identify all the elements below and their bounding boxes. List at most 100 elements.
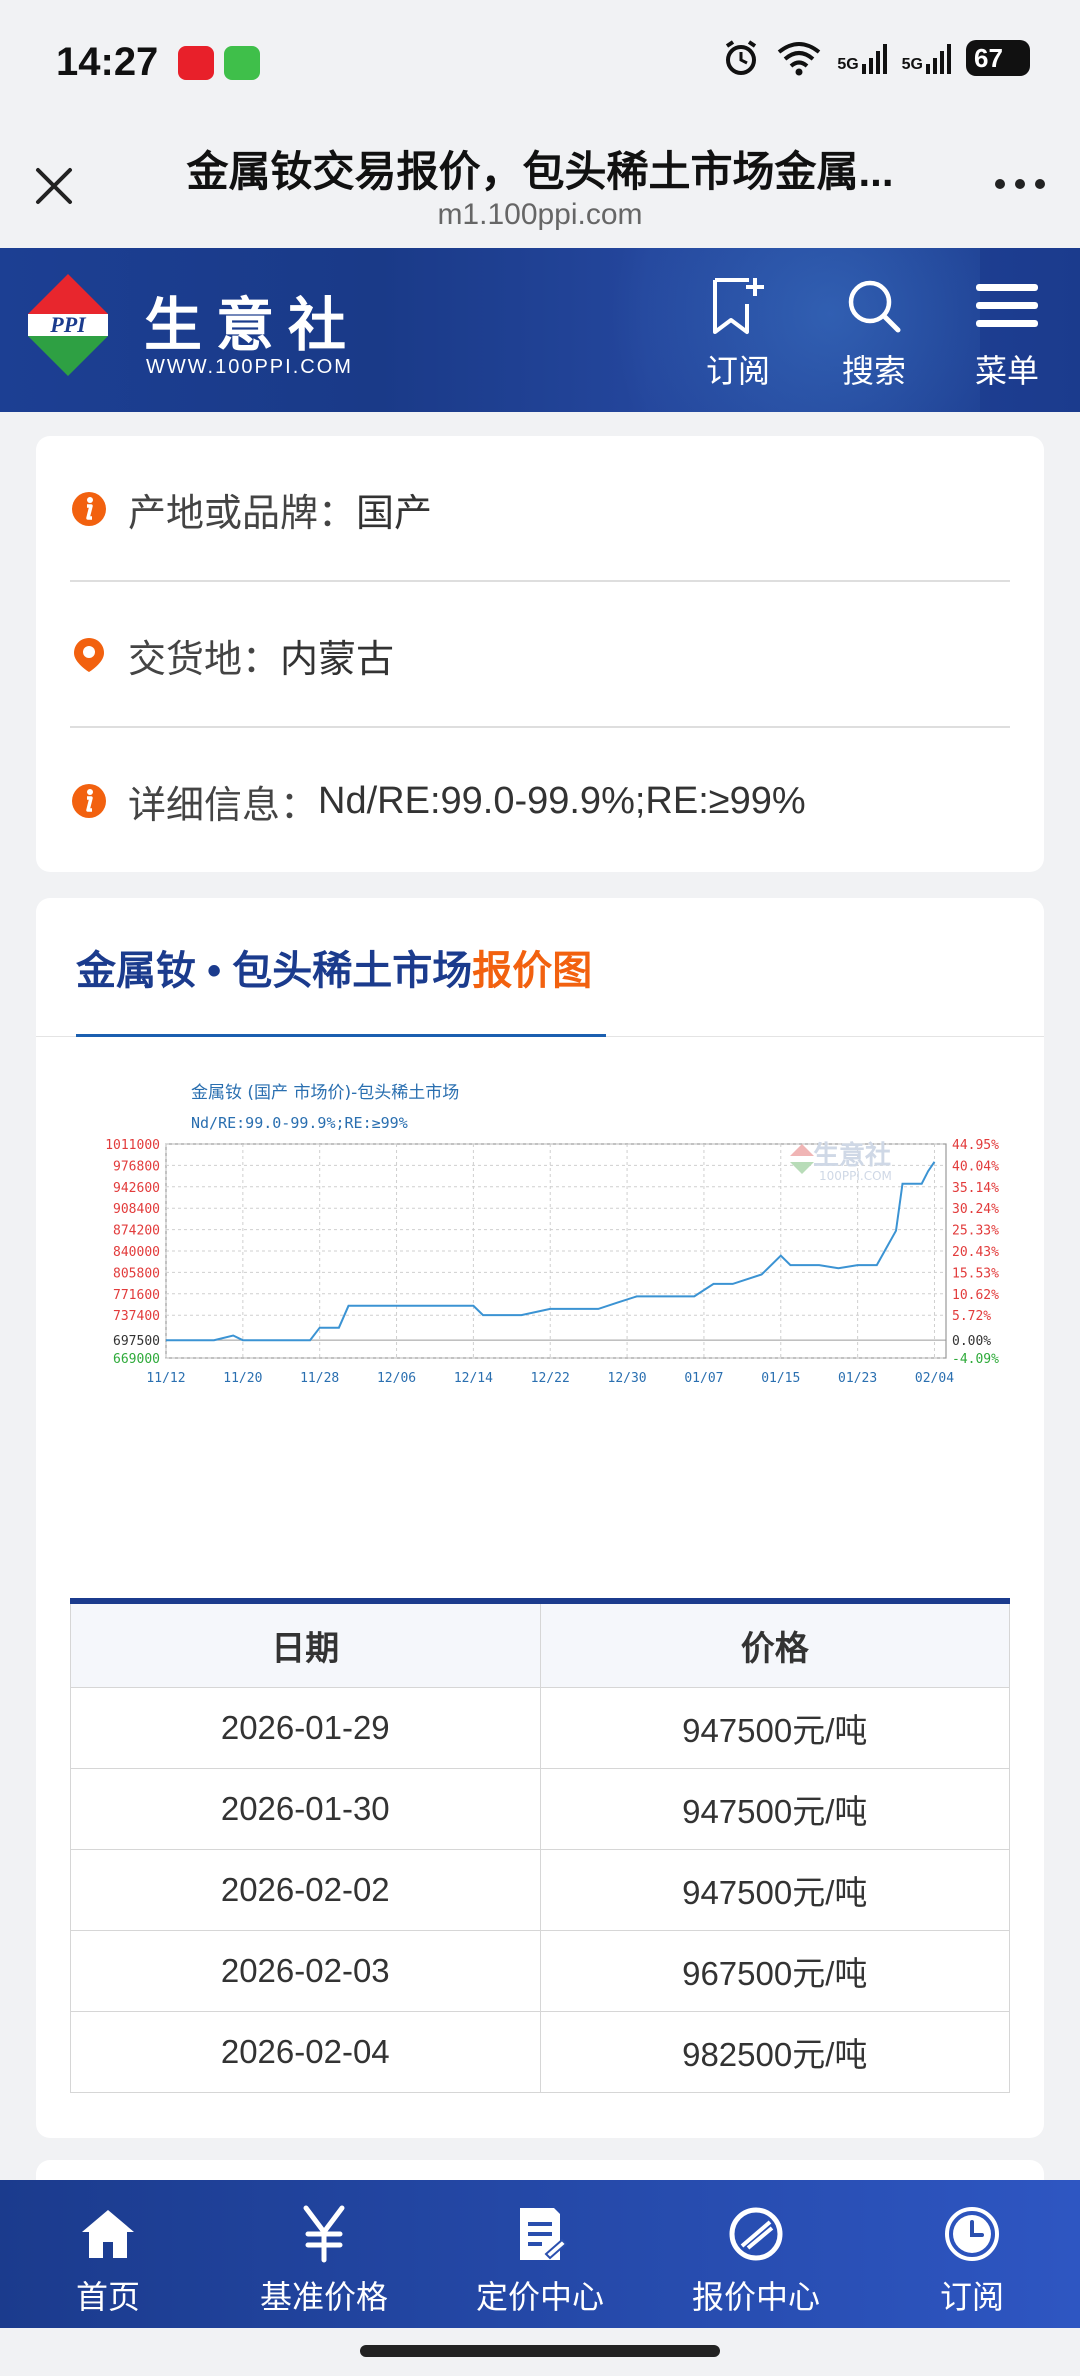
nav-quote-center[interactable]: 报价中心: [648, 2180, 864, 2328]
quote-icon: [729, 2207, 783, 2261]
x-tick-label: 01/07: [684, 1371, 723, 1386]
chart-title: 金属钕 (国产 市场价)-包头稀土市场: [191, 1083, 459, 1103]
nav-benchmark-price[interactable]: 基准价格: [216, 2180, 432, 2328]
price-cell: 982500元/吨: [539, 2010, 1010, 2093]
menu-icon: [976, 284, 1038, 327]
price-cell: 947500元/吨: [539, 1686, 1010, 1769]
table-row: 2026-02-04 982500元/吨: [70, 2010, 1010, 2093]
x-tick-label: 11/20: [223, 1371, 262, 1386]
price-cell: 947500元/吨: [539, 1848, 1010, 1931]
nav-subscribe-label: 订阅: [939, 2279, 1004, 2315]
origin-label: 产地或品牌：: [128, 492, 357, 535]
nav-pricing-center-label: 定价中心: [475, 2279, 604, 2315]
y-right-tick-label: 10.62%: [952, 1288, 999, 1303]
table-row: 2026-02-02 947500元/吨: [70, 1848, 1010, 1931]
y-right-tick-label: 25.33%: [952, 1224, 999, 1239]
bookmark-add-icon: [713, 278, 764, 334]
x-tick-label: 02/04: [915, 1371, 954, 1386]
y-left-tick-label: 771600: [113, 1288, 160, 1303]
detail-label: 详细信息：: [128, 784, 319, 827]
bottom-navigation: 首页 基准价格 定价中心 报价中心 订阅: [0, 2180, 1080, 2328]
status-time: 14:27: [56, 40, 159, 84]
table-row: 2026-02-03 967500元/吨: [70, 1929, 1010, 2012]
location-pin-icon: [74, 638, 104, 672]
message-app-icon: [224, 46, 260, 80]
x-tick-label: 12/22: [531, 1371, 570, 1386]
chart-left-axis: 1011000 976800 942600 908400 874200 840000 805…: [105, 1138, 160, 1367]
header-search-button[interactable]: 搜索: [842, 274, 906, 392]
chart-section-heading: 金属钕 • 包头稀土市场报价图: [76, 938, 592, 996]
y-right-tick-label: 44.95%: [952, 1138, 999, 1153]
page-title: 金属钕交易报价，包头稀土市场金属...: [186, 148, 894, 195]
y-left-tick-label: 908400: [113, 1202, 160, 1217]
date-cell: 2026-02-02: [70, 1848, 541, 1931]
y-left-tick-label: 697500: [113, 1334, 160, 1349]
date-cell: 2026-01-30: [70, 1767, 541, 1850]
clock-icon: [945, 2207, 999, 2261]
origin-row: 产地或品牌： 国产: [70, 436, 1010, 582]
site-header: PPI 生意社 WWW.100PPI.COM 订阅 搜索 菜单: [0, 248, 1080, 412]
watermark-url: 100PPI.COM: [819, 1169, 892, 1183]
chart-right-axis: 44.95% 40.04% 35.14% 30.24% 25.33% 20.43% 15.5…: [952, 1138, 999, 1367]
header-search-label: 搜索: [842, 353, 907, 389]
price-line-chart: 金属钕 (国产 市场价)-包头稀土市场 Nd/RE:99.0-99.9%;RE:…: [105, 1083, 999, 1386]
origin-value: 国产: [356, 492, 433, 535]
home-icon: [82, 2210, 134, 2258]
ppi-logo[interactable]: PPI: [26, 272, 110, 382]
product-info-card: 产地或品牌： 国产 交货地： 内蒙古 详细信息： Nd/RE:99.0-99.9…: [36, 436, 1044, 872]
signal-strength-icon-1: 5G: [837, 42, 887, 74]
close-icon[interactable]: [30, 162, 78, 210]
y-left-tick-label: 840000: [113, 1245, 160, 1260]
y-left-tick-label: 976800: [113, 1159, 160, 1174]
signal-strength-icon-2: 5G: [902, 42, 952, 74]
y-right-tick-label: 30.24%: [952, 1202, 999, 1217]
yen-icon: [303, 2205, 345, 2263]
date-cell: 2026-01-29: [70, 1686, 541, 1769]
x-tick-label: 11/28: [300, 1371, 339, 1386]
chart-heading-highlight: 报价图: [472, 949, 593, 993]
delivery-value: 内蒙古: [280, 638, 395, 681]
nav-home[interactable]: 首页: [0, 2180, 216, 2328]
battery-level: 67: [974, 42, 1003, 73]
table-row: 2026-01-30 947500元/吨: [70, 1767, 1010, 1850]
delivery-label: 交货地：: [128, 638, 281, 681]
home-indicator[interactable]: [360, 2345, 720, 2357]
x-tick-label: 01/15: [761, 1371, 800, 1386]
table-row: 2026-01-29 947500元/吨: [70, 1686, 1010, 1769]
nav-home-label: 首页: [75, 2279, 140, 2315]
nav-subscribe[interactable]: 订阅: [864, 2180, 1080, 2328]
chart-subtitle: Nd/RE:99.0-99.9%;RE:≥99%: [191, 1114, 408, 1132]
header-menu-button[interactable]: 菜单: [974, 274, 1040, 392]
y-right-tick-label: 20.43%: [952, 1245, 999, 1260]
battery-icon: 67: [966, 40, 1030, 76]
more-options-button[interactable]: [990, 174, 1050, 194]
notification-app-icon: [178, 46, 214, 80]
x-tick-label: 12/30: [608, 1371, 647, 1386]
x-tick-label: 01/23: [838, 1371, 877, 1386]
y-right-tick-label: 35.14%: [952, 1181, 999, 1196]
date-cell: 2026-02-03: [70, 1929, 541, 2012]
price-table: 日期 价格 2026-01-29 947500元/吨 2026-01-30 94…: [70, 1598, 1010, 2093]
chart-x-axis: 11/12 11/20 11/28 12/06 12/14 12/22 12/30 01/07…: [146, 1371, 954, 1386]
nav-pricing-center[interactable]: 定价中心: [432, 2180, 648, 2328]
chart-heading-main: 金属钕 • 包头稀土市场: [76, 949, 473, 993]
status-bar: 14:27 5G 5G 67: [0, 0, 1080, 120]
document-icon: [520, 2208, 568, 2260]
header-subscribe-button[interactable]: 订阅: [706, 274, 770, 392]
y-left-tick-label: 737400: [113, 1309, 160, 1324]
price-column-header: 价格: [539, 1600, 1010, 1688]
detail-row: 详细信息： Nd/RE:99.0-99.9%;RE:≥99%: [70, 728, 1010, 874]
date-column-header: 日期: [70, 1600, 541, 1688]
table-header-row: 日期 价格: [70, 1600, 1010, 1688]
price-cell: 947500元/吨: [539, 1767, 1010, 1850]
watermark-text: 生意社: [813, 1140, 891, 1171]
browser-title-bar: 金属钕交易报价，包头稀土市场金属... m1.100ppi.com: [0, 120, 1080, 248]
nav-quote-center-label: 报价中心: [691, 2279, 820, 2315]
y-right-tick-label: -4.09%: [952, 1352, 999, 1367]
y-left-tick-label: 1011000: [105, 1138, 160, 1153]
alarm-icon: [726, 40, 757, 75]
price-cell: 967500元/吨: [539, 1929, 1010, 2012]
x-tick-label: 12/14: [454, 1371, 493, 1386]
price-chart-card: 金属钕 • 包头稀土市场报价图 金属钕 (国产 市场价)-包头稀土市场 Nd/R…: [36, 898, 1044, 2138]
y-left-tick-label: 942600: [113, 1181, 160, 1196]
